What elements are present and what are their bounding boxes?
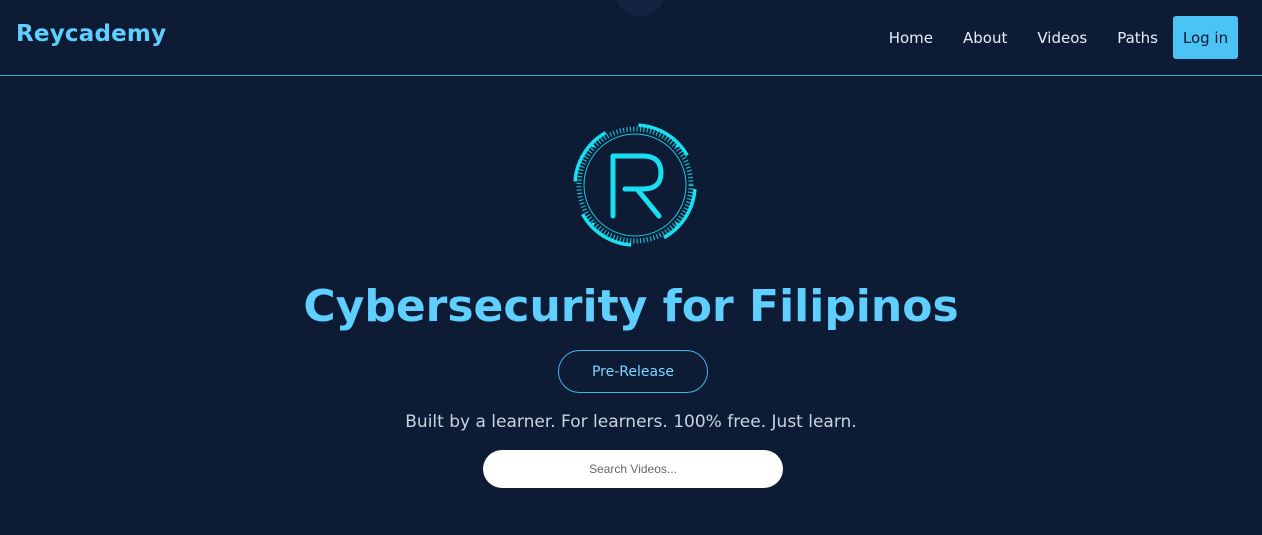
top-navbar: Reycademy Home About Videos Paths Log in — [0, 0, 1262, 76]
nav-link-about[interactable]: About — [963, 29, 1007, 47]
nav-links: Home About Videos Paths Log in — [889, 16, 1238, 59]
hero-title: Cybersecurity for Filipinos — [303, 281, 959, 332]
brand-logo-text[interactable]: Reycademy — [16, 21, 166, 47]
hero-tagline: Built by a learner. For learners. 100% f… — [405, 412, 857, 432]
nav-decoration — [615, 0, 665, 16]
nav-link-home[interactable]: Home — [889, 29, 933, 47]
search-videos-input[interactable] — [483, 450, 783, 488]
nav-link-paths[interactable]: Paths — [1117, 29, 1158, 47]
reycademy-logo-icon — [573, 123, 697, 247]
pre-release-badge: Pre-Release — [558, 350, 708, 393]
nav-link-videos[interactable]: Videos — [1037, 29, 1087, 47]
login-button[interactable]: Log in — [1173, 16, 1238, 59]
